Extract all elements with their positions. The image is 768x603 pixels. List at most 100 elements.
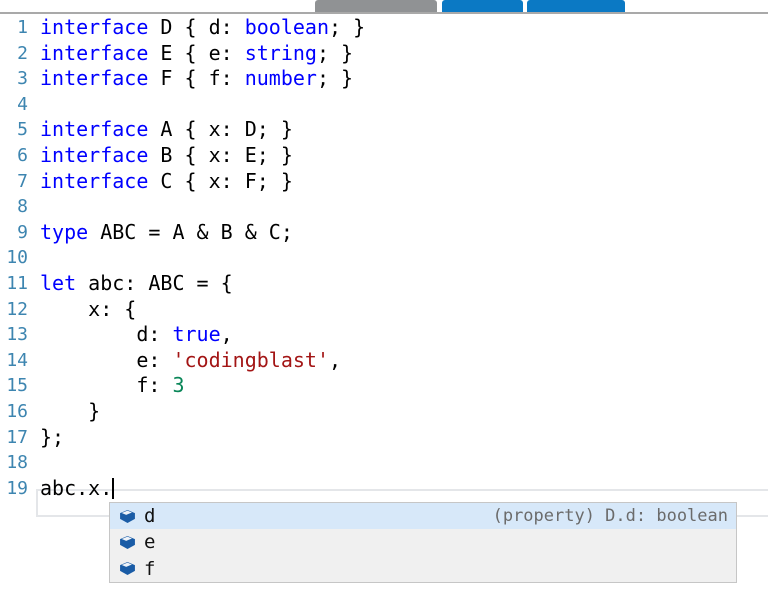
property-icon xyxy=(120,510,135,523)
code-text: interface C { x: F; } xyxy=(40,169,293,195)
code-line[interactable]: 12 x: { xyxy=(0,297,768,323)
code-token: A { x: D; } xyxy=(148,117,293,141)
code-line[interactable]: 15 f: 3 xyxy=(0,373,768,399)
line-number: 17 xyxy=(0,425,36,451)
line-number: 13 xyxy=(0,322,36,348)
inactive-tab[interactable] xyxy=(315,0,437,12)
code-token: 'codingblast' xyxy=(172,348,329,372)
code-line[interactable]: 8 xyxy=(0,194,768,220)
code-token: ; } xyxy=(329,15,365,39)
code-token: interface xyxy=(40,41,148,65)
suggestion-item-f[interactable]: f xyxy=(110,556,736,582)
code-token: ABC = A & B & C; xyxy=(88,220,293,244)
code-text: } xyxy=(40,399,100,425)
property-icon xyxy=(120,562,135,575)
browser-tab-strip xyxy=(0,0,768,12)
code-line[interactable]: 17}; xyxy=(0,425,768,451)
code-token: interface xyxy=(40,143,148,167)
suggestion-label: d xyxy=(144,505,155,527)
code-token: E { e: xyxy=(148,41,244,65)
code-line[interactable]: 11let abc: ABC = { xyxy=(0,271,768,297)
code-line[interactable]: 10 xyxy=(0,245,768,271)
code-token: interface xyxy=(40,15,148,39)
code-token: ; } xyxy=(317,66,353,90)
code-token: F { f: xyxy=(148,66,244,90)
code-token: interface xyxy=(40,169,148,193)
code-token: C { x: F; } xyxy=(148,169,293,193)
suggestion-detail: (property) D.d: boolean xyxy=(493,506,728,526)
code-text: d: true, xyxy=(40,322,233,348)
code-text: }; xyxy=(40,425,64,451)
code-text: f: 3 xyxy=(40,373,185,399)
code-editor[interactable]: 1interface D { d: boolean; }2interface E… xyxy=(0,15,768,503)
code-token: f: xyxy=(40,373,172,397)
code-token: , xyxy=(221,322,233,346)
code-token: B { x: E; } xyxy=(148,143,293,167)
code-line[interactable]: 3interface F { f: number; } xyxy=(0,66,768,92)
code-line[interactable]: 16 } xyxy=(0,399,768,425)
code-line[interactable]: 5interface A { x: D; } xyxy=(0,117,768,143)
line-number: 3 xyxy=(0,66,36,92)
code-token: true xyxy=(172,322,220,346)
text-cursor xyxy=(112,478,114,499)
code-token: 3 xyxy=(172,373,184,397)
line-number: 16 xyxy=(0,399,36,425)
code-line[interactable]: 6interface B { x: E; } xyxy=(0,143,768,169)
code-token: D { d: xyxy=(148,15,244,39)
code-text: x: { xyxy=(40,297,136,323)
code-token: boolean xyxy=(245,15,329,39)
suggestion-item-d[interactable]: d (property) D.d: boolean xyxy=(110,503,736,529)
line-number: 8 xyxy=(0,194,36,220)
code-text: type ABC = A & B & C; xyxy=(40,220,293,246)
code-token: interface xyxy=(40,66,148,90)
code-token: abc.x. xyxy=(40,476,112,500)
code-text: abc.x. xyxy=(40,476,114,502)
code-token: abc: ABC = { xyxy=(76,271,233,295)
code-line[interactable]: 4 xyxy=(0,92,768,118)
code-line[interactable]: 1interface D { d: boolean; } xyxy=(0,15,768,41)
line-number: 2 xyxy=(0,41,36,67)
code-token: x: { xyxy=(40,297,136,321)
code-line[interactable]: 9type ABC = A & B & C; xyxy=(0,220,768,246)
property-icon xyxy=(120,536,135,549)
code-token: string xyxy=(245,41,317,65)
code-token: interface xyxy=(40,117,148,141)
suggestion-label: f xyxy=(144,558,155,580)
tab-strip-divider xyxy=(0,12,768,14)
code-text: e: 'codingblast', xyxy=(40,348,341,374)
code-token: d: xyxy=(40,322,172,346)
code-text: let abc: ABC = { xyxy=(40,271,233,297)
line-number: 9 xyxy=(0,220,36,246)
line-number: 7 xyxy=(0,169,36,195)
active-tab-right[interactable] xyxy=(527,0,625,12)
code-token: }; xyxy=(40,425,64,449)
suggestion-label: e xyxy=(144,531,155,553)
line-number: 6 xyxy=(0,143,36,169)
code-line[interactable]: 13 d: true, xyxy=(0,322,768,348)
line-number: 11 xyxy=(0,271,36,297)
code-text: interface F { f: number; } xyxy=(40,66,353,92)
code-token: } xyxy=(40,399,100,423)
active-tab-left[interactable] xyxy=(442,0,523,12)
line-number: 4 xyxy=(0,92,36,118)
autocomplete-popup: d (property) D.d: boolean ef xyxy=(109,502,737,583)
code-token: type xyxy=(40,220,88,244)
line-number: 5 xyxy=(0,117,36,143)
code-text: interface A { x: D; } xyxy=(40,117,293,143)
code-line[interactable]: 14 e: 'codingblast', xyxy=(0,348,768,374)
code-line[interactable]: 18 xyxy=(0,450,768,476)
code-token: , xyxy=(329,348,341,372)
code-line[interactable]: 2interface E { e: string; } xyxy=(0,41,768,67)
line-number: 14 xyxy=(0,348,36,374)
line-number: 18 xyxy=(0,450,36,476)
code-line[interactable]: 7interface C { x: F; } xyxy=(0,169,768,195)
code-line[interactable]: 19abc.x. xyxy=(0,476,768,502)
line-number: 19 xyxy=(0,476,36,502)
line-number: 12 xyxy=(0,297,36,323)
code-token: let xyxy=(40,271,76,295)
code-lines: 1interface D { d: boolean; }2interface E… xyxy=(0,15,768,501)
code-token: ; } xyxy=(317,41,353,65)
suggestion-item-e[interactable]: e xyxy=(110,529,736,555)
code-token: e: xyxy=(40,348,172,372)
code-text: interface B { x: E; } xyxy=(40,143,293,169)
